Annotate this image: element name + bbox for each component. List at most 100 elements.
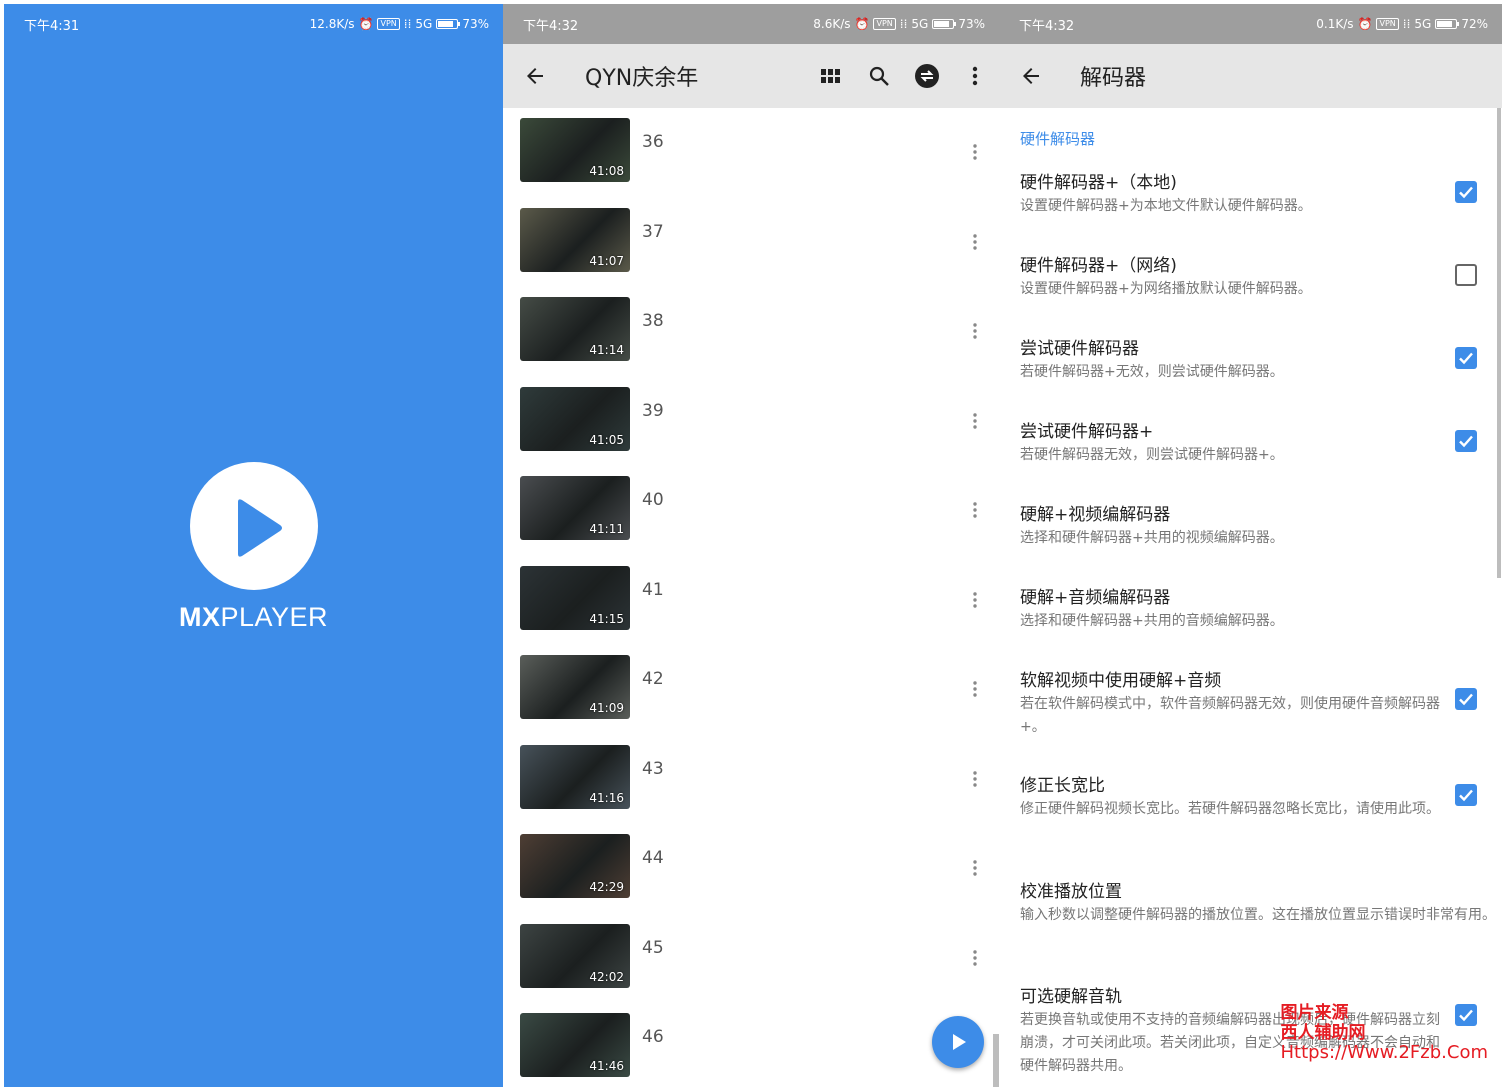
video-list: 41:08 36 41:07 37 41:14 38 41:05 39 41:11 40 41:15… <box>503 108 999 1087</box>
preference-title: 尝试硬件解码器 <box>1020 339 1139 359</box>
preference-summary: 选择和硬件解码器+共用的音频编解码器。 <box>1020 613 1284 629</box>
page-title: 解码器 <box>1080 66 1147 91</box>
video-list-item[interactable]: 41:15 41 <box>503 556 999 646</box>
item-more-button[interactable] <box>967 230 983 254</box>
item-more-button[interactable] <box>967 677 983 701</box>
item-more-button[interactable] <box>967 946 983 970</box>
more-vert-icon <box>973 591 977 608</box>
more-vert-icon <box>973 681 977 697</box>
video-list-item[interactable]: 41:05 39 <box>503 377 999 467</box>
network-stream-icon <box>915 64 939 88</box>
preference-summary: 若在软件解码模式中，软件音频解码器无效，则使用硬件音频解码器+。 <box>1020 696 1440 735</box>
more-vert-icon <box>973 233 977 250</box>
video-list-item[interactable]: 41:08 36 <box>503 108 999 198</box>
watermark-line2: 西人辅助网 <box>1280 1023 1366 1043</box>
more-options-button[interactable] <box>951 52 999 100</box>
view-mode-button[interactable] <box>807 52 855 100</box>
signal-icon: ⁞⁞ <box>1402 17 1411 31</box>
alarm-icon: ⏰ <box>1357 17 1373 31</box>
video-list-item[interactable]: 41:07 37 <box>503 198 999 288</box>
preference-title: 软解视频中使用硬解+音频 <box>1020 671 1222 691</box>
splash-screen: 下午4:31 12.8K/s ⏰ VPN ⁞⁞ 5G 73% MXPLAYER <box>4 4 503 1087</box>
scrollbar[interactable] <box>1497 108 1501 578</box>
watermark-url: Https://Www.2Fzb.Com <box>1280 1042 1488 1063</box>
checkbox-checked[interactable] <box>1455 181 1477 203</box>
checkbox-checked[interactable] <box>1455 347 1477 369</box>
battery-percent: 73% <box>462 17 489 31</box>
item-more-button[interactable] <box>967 588 983 612</box>
preference-summary: 若硬件解码器无效，则尝试硬件解码器+。 <box>1020 447 1284 463</box>
back-arrow-icon <box>1023 68 1039 84</box>
checkbox-checked[interactable] <box>1455 784 1477 806</box>
video-duration: 41:05 <box>589 432 624 447</box>
checkbox-checked[interactable] <box>1455 430 1477 452</box>
video-list-item[interactable]: 42:02 45 <box>503 914 999 1004</box>
video-list-item[interactable]: 41:11 40 <box>503 466 999 556</box>
video-thumbnail[interactable]: 41:09 <box>520 655 630 719</box>
battery-icon <box>932 19 957 29</box>
back-button[interactable] <box>999 44 1063 108</box>
folder-view: 下午4:32 8.6K/s ⏰ VPN ⁞⁞ 5G 73% QYN庆余年 41:… <box>503 4 999 1087</box>
item-more-button[interactable] <box>967 856 983 880</box>
video-thumbnail[interactable]: 41:05 <box>520 386 630 451</box>
status-time: 下午4:32 <box>523 18 579 34</box>
signal-icon: ⁞⁞ <box>403 17 412 31</box>
video-duration: 41:46 <box>589 1059 624 1073</box>
preference-summary: 若硬件解码器+无效，则尝试硬件解码器。 <box>1020 364 1284 380</box>
preference-title: 修正长宽比 <box>1020 776 1105 796</box>
battery-percent: 72% <box>1461 17 1488 31</box>
item-more-button[interactable] <box>967 319 983 343</box>
play-icon <box>953 1034 966 1050</box>
play-fab-button[interactable] <box>932 1016 984 1068</box>
preference-summary: 设置硬件解码器+为本地文件默认硬件解码器。 <box>1020 198 1312 214</box>
network-type: 5G <box>911 17 929 31</box>
video-list-item[interactable]: 41:16 43 <box>503 735 999 825</box>
video-list-item[interactable]: 42:29 44 <box>503 824 999 914</box>
more-vert-icon <box>972 66 978 86</box>
app-bar: QYN庆余年 <box>503 44 999 108</box>
video-duration: 41:09 <box>589 701 624 715</box>
more-vert-icon <box>973 770 977 787</box>
more-vert-icon <box>973 323 977 339</box>
checkbox-unchecked[interactable] <box>1455 264 1477 286</box>
video-thumbnail[interactable]: 42:29 <box>520 834 630 898</box>
back-button[interactable] <box>503 44 567 108</box>
checkbox-checked[interactable] <box>1455 688 1477 710</box>
video-list-item[interactable]: 41:46 46 <box>503 1003 999 1087</box>
video-title: 38 <box>642 311 664 331</box>
video-list-item[interactable]: 41:09 42 <box>503 645 999 735</box>
preference-title: 尝试硬件解码器+ <box>1020 422 1154 442</box>
alarm-icon: ⏰ <box>358 17 374 31</box>
network-stream-button[interactable] <box>903 52 951 100</box>
video-thumbnail[interactable]: 41:14 <box>520 297 630 361</box>
video-duration: 41:07 <box>589 253 624 268</box>
item-more-button[interactable] <box>967 767 983 791</box>
network-type: 5G <box>415 17 433 31</box>
video-thumbnail[interactable]: 41:11 <box>520 476 630 540</box>
video-duration: 41:11 <box>589 522 624 536</box>
status-time: 下午4:31 <box>24 18 80 34</box>
vpn-badge: VPN <box>1376 18 1399 30</box>
more-vert-icon <box>973 412 977 429</box>
video-duration: 41:08 <box>589 164 624 178</box>
video-title: 39 <box>642 400 664 421</box>
video-thumbnail[interactable]: 41:15 <box>520 565 630 630</box>
video-list-item[interactable]: 41:14 38 <box>503 287 999 377</box>
item-more-button[interactable] <box>967 498 983 522</box>
network-speed: 8.6K/s <box>813 17 851 31</box>
video-thumbnail[interactable]: 41:08 <box>520 118 630 182</box>
vpn-badge: VPN <box>873 18 896 30</box>
item-more-button[interactable] <box>967 409 983 433</box>
video-thumbnail[interactable]: 41:16 <box>520 744 630 809</box>
search-button[interactable] <box>855 52 903 100</box>
preference-summary: 选择和硬件解码器+共用的视频编解码器。 <box>1020 530 1284 546</box>
video-thumbnail[interactable]: 41:07 <box>520 207 630 272</box>
vpn-badge: VPN <box>377 18 400 30</box>
video-thumbnail[interactable]: 42:02 <box>520 923 630 988</box>
watermark-line1: 图片来源 <box>1280 1003 1349 1023</box>
video-thumbnail[interactable]: 41:46 <box>520 1013 630 1077</box>
video-title: 45 <box>642 937 664 958</box>
item-more-button[interactable] <box>967 140 983 164</box>
check-icon <box>1459 352 1473 365</box>
video-title: 46 <box>642 1027 664 1047</box>
